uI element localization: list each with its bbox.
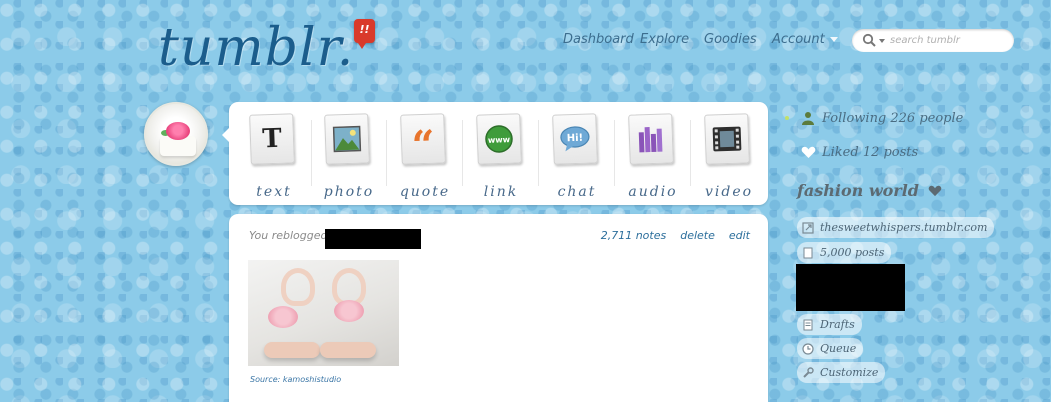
queue-label: Queue	[820, 342, 857, 355]
nav-goodies[interactable]: Goodies	[704, 32, 757, 47]
search-box	[852, 29, 1014, 52]
nav-explore[interactable]: Explore	[640, 32, 689, 47]
notes-link[interactable]: 2,711 notes	[601, 229, 667, 242]
search-dropdown-icon[interactable]	[879, 39, 885, 43]
source-link[interactable]: Source: kamoshistudio	[250, 375, 341, 384]
blog-title[interactable]: fashion world	[797, 181, 942, 200]
post-type-label: video	[704, 184, 754, 200]
post-controls: 2,711 notes delete edit	[587, 229, 750, 242]
blog-title-text: fashion world	[797, 181, 919, 200]
posts-count-link[interactable]: 5,000 posts	[797, 242, 892, 263]
shoe-bow-left	[268, 306, 298, 328]
text-icon: T	[261, 123, 283, 155]
search-icon[interactable]	[862, 33, 876, 47]
link-paper: www	[476, 113, 522, 165]
search-input[interactable]	[890, 31, 1008, 50]
post-photo[interactable]	[248, 260, 399, 366]
liked-link[interactable]: Liked 12 posts	[800, 144, 918, 160]
tumblr-logo[interactable]: tumblr.	[158, 18, 354, 78]
shoe-bow-right	[334, 300, 364, 322]
audio-icon	[629, 114, 673, 163]
heart-icon	[800, 144, 816, 160]
drafts-link[interactable]: Drafts	[797, 314, 862, 335]
photo-icon	[325, 114, 369, 163]
redacted-username	[325, 229, 421, 249]
edit-link[interactable]: edit	[729, 229, 750, 242]
shoe-sole-right	[320, 342, 376, 358]
svg-text:Hi!: Hi!	[567, 133, 584, 145]
notification-badge[interactable]: !!	[354, 19, 375, 49]
new-post-box: T text photo “ quote www link Hi! chat a…	[222, 102, 768, 205]
svg-text:www: www	[488, 135, 511, 145]
sidebar-bullet	[785, 116, 789, 120]
blog-url-link[interactable]: thesweetwhispers.tumblr.com	[797, 217, 995, 238]
chat-icon: Hi!	[553, 114, 597, 163]
quote-icon: “	[410, 121, 436, 170]
following-link[interactable]: Following 226 people	[800, 110, 963, 126]
drafts-label: Drafts	[820, 318, 855, 331]
person-icon	[800, 110, 816, 126]
post-type-audio[interactable]: audio	[616, 110, 691, 202]
chevron-down-icon	[829, 37, 838, 42]
link-icon: www	[477, 114, 521, 163]
quote-paper: “	[400, 113, 446, 170]
avatar-rose	[166, 122, 190, 140]
shoe-sole-left	[264, 342, 320, 358]
post-type-label: photo	[323, 184, 375, 200]
blog-heart-icon	[928, 185, 941, 197]
shoe-strap-left	[281, 268, 315, 306]
delete-link[interactable]: delete	[680, 229, 715, 242]
post-type-label: audio	[628, 184, 678, 200]
post-type-quote[interactable]: “ quote	[388, 110, 463, 202]
post-type-label: quote	[399, 184, 451, 200]
blog-url-label: thesweetwhispers.tumblr.com	[820, 221, 988, 234]
chat-paper: Hi!	[552, 113, 598, 165]
post-type-label: link	[483, 184, 519, 200]
nav-account[interactable]: Account	[772, 32, 838, 47]
liked-label: Liked 12 posts	[822, 144, 919, 160]
nav-dashboard[interactable]: Dashboard	[563, 32, 634, 47]
redacted-block	[796, 264, 905, 311]
customize-link[interactable]: Customize	[797, 362, 886, 383]
post-type-chat[interactable]: Hi! chat	[540, 110, 615, 202]
link-arrow-icon	[802, 221, 814, 234]
nav-account-label: Account	[772, 32, 825, 47]
clock-icon	[802, 342, 814, 355]
post-type-text[interactable]: T text	[237, 110, 312, 202]
photo-paper	[324, 113, 370, 165]
post-type-link[interactable]: www link	[464, 110, 539, 202]
customize-label: Customize	[820, 366, 879, 379]
posts-count-label: 5,000 posts	[820, 246, 885, 259]
drafts-icon	[802, 319, 814, 331]
reblog-text: You reblogged	[249, 229, 328, 242]
queue-link[interactable]: Queue	[797, 338, 864, 359]
post-type-label: text	[256, 184, 292, 200]
post-type-photo[interactable]: photo	[312, 110, 387, 202]
following-label: Following 226 people	[822, 110, 964, 126]
post-type-video[interactable]: video	[692, 110, 766, 202]
dashboard-post: You reblogged 2,711 notes delete edit Sour…	[229, 214, 768, 402]
text-paper: T	[249, 113, 295, 165]
avatar[interactable]	[144, 102, 208, 166]
wrench-icon	[802, 366, 814, 379]
audio-paper	[628, 113, 674, 165]
page-icon	[802, 247, 814, 259]
post-type-label: chat	[557, 184, 597, 200]
video-paper	[704, 113, 750, 165]
video-icon	[705, 114, 749, 163]
